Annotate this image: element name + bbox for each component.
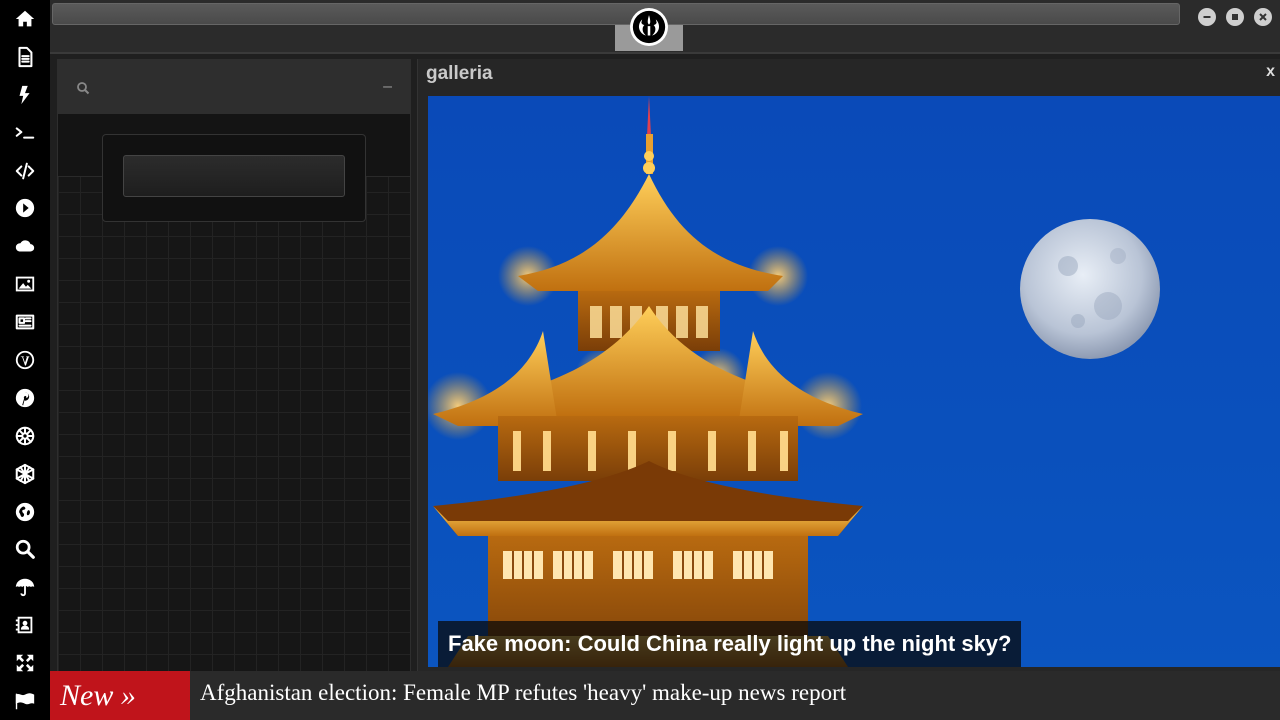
dock-pinterest[interactable] (0, 379, 50, 417)
umbrella-icon (15, 579, 35, 597)
window-minimize-button[interactable] (1198, 8, 1216, 26)
image-icon (15, 276, 35, 292)
rebel-alliance-icon[interactable] (630, 8, 668, 46)
contact-card-icon (15, 616, 33, 634)
dock-flag[interactable] (0, 682, 50, 720)
play-icon (15, 199, 35, 218)
minimize-icon (1203, 16, 1211, 18)
dock-globe[interactable] (0, 493, 50, 531)
dock-search[interactable] (0, 530, 50, 568)
pagoda-moon-photo (428, 96, 1160, 667)
dock-play[interactable] (0, 189, 50, 227)
dock-empire[interactable] (0, 417, 50, 455)
window-controls (1198, 8, 1272, 26)
lightning-icon (19, 85, 30, 104)
dock-umbrella[interactable] (0, 568, 50, 606)
newspaper-icon (15, 314, 35, 330)
search-panel-header: – (58, 60, 410, 114)
maximize-icon (1232, 14, 1238, 20)
app-dock (0, 0, 50, 720)
dock-home[interactable] (0, 0, 50, 38)
ticker-badge: New » (50, 671, 190, 720)
window-close-button[interactable] (1254, 8, 1272, 26)
terminal-icon (15, 127, 35, 139)
search-input[interactable] (123, 155, 345, 197)
search-icon[interactable] (76, 81, 90, 95)
pinterest-icon (15, 388, 35, 408)
galactic-empire-icon (15, 426, 35, 445)
dock-code[interactable] (0, 152, 50, 190)
dock-cloud[interactable] (0, 227, 50, 265)
gallery-image[interactable]: Fake moon: Could China really light up t… (428, 96, 1280, 667)
search-icon (15, 540, 35, 560)
gallery-title: galleria (426, 63, 493, 84)
expand-icon (16, 654, 34, 672)
news-ticker: New » Afghanistan election: Female MP re… (50, 671, 1280, 720)
code-icon (15, 162, 35, 179)
home-icon (15, 10, 35, 27)
search-panel-minimize-button[interactable]: – (383, 78, 392, 96)
dock-wordpress[interactable] (0, 341, 50, 379)
gallery-panel: galleria x Fake moon: Could China really… (417, 59, 1280, 671)
search-box-container (102, 134, 366, 222)
dock-network[interactable] (0, 455, 50, 493)
gallery-close-button[interactable]: x (1266, 63, 1275, 81)
top-bar (50, 0, 1280, 54)
document-icon (18, 46, 33, 68)
network-sphere-icon (15, 463, 35, 484)
dock-contact[interactable] (0, 606, 50, 644)
dock-lightning[interactable] (0, 76, 50, 114)
gallery-caption: Fake moon: Could China really light up t… (438, 621, 1022, 667)
ticker-headline[interactable]: Afghanistan election: Female MP refutes … (200, 680, 846, 706)
address-bar[interactable] (52, 3, 1180, 25)
wordpress-icon (15, 350, 35, 370)
flag-icon (15, 693, 35, 710)
dock-terminal[interactable] (0, 114, 50, 152)
window-maximize-button[interactable] (1226, 8, 1244, 26)
close-icon (1259, 13, 1267, 21)
dock-newspaper[interactable] (0, 303, 50, 341)
globe-icon (15, 502, 35, 521)
search-panel: – (57, 59, 411, 673)
dock-image[interactable] (0, 265, 50, 303)
dock-document[interactable] (0, 38, 50, 76)
dock-expand[interactable] (0, 644, 50, 682)
cloud-icon (15, 240, 35, 252)
